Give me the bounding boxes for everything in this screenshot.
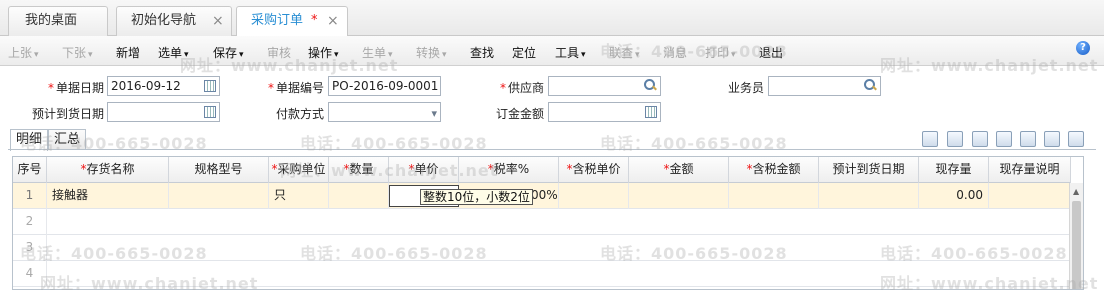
toolbar: 上张 ▾ 下张 ▾ 新增 选单 ▾ 保存 ▾ 审核 操作 ▾ 生单 ▾ 转换 ▾ 查找 定位 … xyxy=(0,36,1104,66)
tab-label: 初始化导航 xyxy=(131,13,197,28)
search-icon[interactable] xyxy=(996,131,1012,147)
export-icon[interactable] xyxy=(1044,131,1060,147)
search-icon[interactable] xyxy=(864,79,876,91)
tab-init-guide[interactable]: 初始化导航 × xyxy=(116,6,232,36)
doc-no-field[interactable]: PO-2016-09-0001 xyxy=(328,76,441,96)
operate-button[interactable]: 操作 ▾ xyxy=(308,44,339,61)
close-icon[interactable]: × xyxy=(327,7,339,35)
find-button[interactable]: 查找 xyxy=(470,44,494,61)
col-header-tax-amount[interactable]: *含税金额 xyxy=(729,157,819,183)
tab-desktop[interactable]: 我的桌面 xyxy=(8,6,108,36)
tab-label: 采购订单 xyxy=(251,13,304,28)
supplier-label: * 供应商 xyxy=(499,81,544,95)
tab-detail[interactable]: 明细 xyxy=(10,129,48,151)
save-icon[interactable] xyxy=(1068,131,1084,147)
subtab-divider xyxy=(8,149,1096,150)
scrollbar-thumb[interactable] xyxy=(1072,201,1081,289)
col-header-spec[interactable]: 规格型号 xyxy=(169,157,269,183)
payment-select[interactable]: ▾ xyxy=(328,102,441,122)
table-row[interactable]: 2 xyxy=(13,209,1071,235)
save-button[interactable]: 保存 ▾ xyxy=(213,44,244,61)
grid-header: 序号 *存货名称 规格型号 *采购单位 *数量 *单价 *税率% *含税单价 *… xyxy=(13,157,1071,183)
new-button[interactable]: 新增 xyxy=(116,44,140,61)
col-header-arrival-date[interactable]: 预计到货日期 xyxy=(819,157,919,183)
preview-icon[interactable] xyxy=(1020,131,1036,147)
cell-arrival-date[interactable] xyxy=(819,183,919,209)
arrival-date-label: 预计到货日期 xyxy=(31,107,104,121)
help-icon[interactable]: ? xyxy=(1076,41,1090,55)
scroll-up-icon[interactable]: ▲ xyxy=(1073,187,1079,196)
col-header-qty[interactable]: *数量 xyxy=(329,157,389,183)
calendar-icon[interactable] xyxy=(204,80,216,92)
watermark: 电话：400-665-0028 xyxy=(600,134,788,153)
calendar-icon[interactable] xyxy=(204,106,216,118)
doc-date-label: * 单据日期 xyxy=(47,81,104,95)
doc-no-label: * 单据编号 xyxy=(267,81,324,95)
col-header-tax[interactable]: *税率% xyxy=(459,157,559,183)
paste-icon[interactable] xyxy=(947,131,963,147)
cell-amount[interactable] xyxy=(629,183,729,209)
tab-purchase-order[interactable]: 采购订单 * × xyxy=(236,6,348,37)
payment-label: 付款方式 xyxy=(275,107,324,121)
cell-stock-note xyxy=(989,183,1071,209)
close-icon[interactable]: × xyxy=(212,7,224,35)
tab-label: 我的桌面 xyxy=(25,13,78,28)
locate-button[interactable]: 定位 xyxy=(512,44,536,61)
exit-button[interactable]: 退出 xyxy=(759,44,783,61)
col-header-price[interactable]: *单价 xyxy=(389,157,459,183)
cell-spec[interactable] xyxy=(169,183,269,209)
row-number: 2 xyxy=(13,209,47,235)
col-header-unit[interactable]: *采购单位 xyxy=(269,157,329,183)
col-header-name[interactable]: *存货名称 xyxy=(47,157,169,183)
table-row[interactable]: 1 接触器 只 00% 0.00 xyxy=(13,183,1071,209)
cell-qty[interactable] xyxy=(329,183,389,209)
excel-icon[interactable] xyxy=(972,131,988,147)
col-header-stock-note[interactable]: 现存量说明 xyxy=(989,157,1071,183)
col-header-tax-price[interactable]: *含税单价 xyxy=(559,157,629,183)
tools-button[interactable]: 工具 ▾ xyxy=(555,44,586,61)
row-number: 4 xyxy=(13,261,47,287)
chevron-down-icon[interactable]: ▾ xyxy=(431,105,437,123)
prev-button[interactable]: 上张 ▾ xyxy=(8,44,39,61)
row-number: 3 xyxy=(13,235,47,261)
table-row[interactable]: 3 xyxy=(13,235,1071,261)
col-header-no[interactable]: 序号 xyxy=(13,157,47,183)
input-hint-tooltip: 整数10位，小数2位 xyxy=(420,189,533,205)
cell-name[interactable]: 接触器 xyxy=(47,183,169,209)
audit-button[interactable]: 审核 xyxy=(267,44,291,61)
deposit-label: 订金金额 xyxy=(495,107,544,121)
watermark: 电话：400-665-0028 xyxy=(300,134,488,153)
grid-scrollbar[interactable]: ▲ xyxy=(1069,183,1083,289)
supplier-field[interactable] xyxy=(548,76,661,96)
deposit-field[interactable] xyxy=(548,102,661,122)
arrival-date-field[interactable] xyxy=(107,102,220,122)
cell-unit[interactable]: 只 xyxy=(269,183,329,209)
row-number: 1 xyxy=(13,183,47,209)
salesman-label: 业务员 xyxy=(727,81,764,95)
generate-button[interactable]: 生单 ▾ xyxy=(362,44,393,61)
calculator-icon[interactable] xyxy=(645,106,657,118)
search-icon[interactable] xyxy=(644,79,656,91)
message-button[interactable]: 消息 xyxy=(663,44,687,61)
salesman-field[interactable] xyxy=(768,76,881,96)
doc-date-field[interactable]: 2016-09-12 xyxy=(107,76,220,96)
copy-icon[interactable] xyxy=(922,131,938,147)
cell-tax-price[interactable] xyxy=(559,183,629,209)
table-row[interactable]: 4 xyxy=(13,261,1071,287)
cell-stock: 0.00 xyxy=(919,183,989,209)
col-header-stock[interactable]: 现存量 xyxy=(919,157,989,183)
convert-button[interactable]: 转换 ▾ xyxy=(416,44,447,61)
modified-mark: * xyxy=(311,13,318,28)
cell-tax-amount[interactable] xyxy=(729,183,819,209)
col-header-amount[interactable]: *金额 xyxy=(629,157,729,183)
next-button[interactable]: 下张 ▾ xyxy=(62,44,93,61)
link-query-button[interactable]: 联查 ▾ xyxy=(609,44,640,61)
select-doc-button[interactable]: 选单 ▾ xyxy=(158,44,189,61)
print-button[interactable]: 打印 ▾ xyxy=(705,44,736,61)
tab-strip: 我的桌面 初始化导航 × 采购订单 * × xyxy=(0,0,1104,37)
tab-summary[interactable]: 汇总 xyxy=(48,129,86,150)
detail-grid: 序号 *存货名称 规格型号 *采购单位 *数量 *单价 *税率% *含税单价 *… xyxy=(12,156,1084,290)
